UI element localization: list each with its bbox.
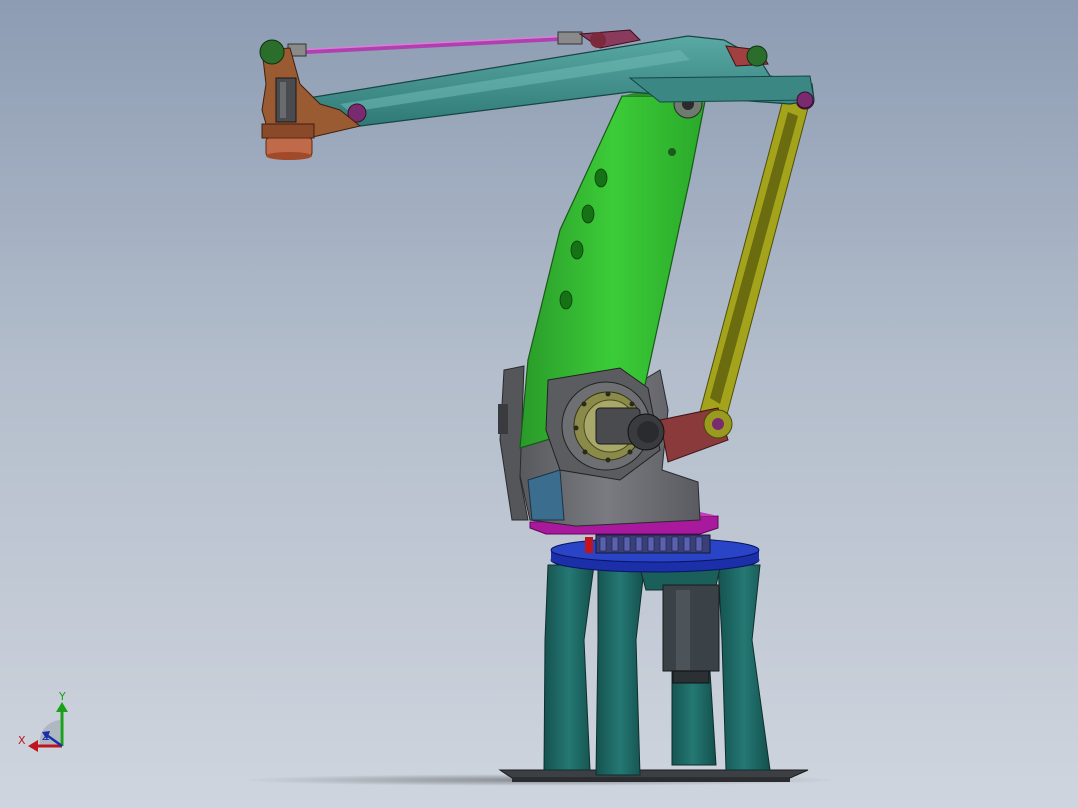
- parallel-link-rod[interactable]: [699, 90, 815, 427]
- triad-y-label: Y: [58, 690, 66, 703]
- base-plate[interactable]: [498, 769, 809, 782]
- model-canvas[interactable]: Y X Z: [0, 0, 1078, 808]
- triad-z-label: Z: [42, 730, 50, 743]
- pedestal-legs[interactable]: [543, 564, 771, 776]
- slewing-bearing[interactable]: [585, 534, 711, 554]
- coordinate-triad-icon: Y X Z: [18, 690, 68, 752]
- triad-x-label: X: [18, 734, 26, 747]
- base-motor[interactable]: [662, 584, 720, 684]
- counter-crank[interactable]: [659, 407, 733, 463]
- cad-viewport[interactable]: Y X Z: [0, 0, 1078, 808]
